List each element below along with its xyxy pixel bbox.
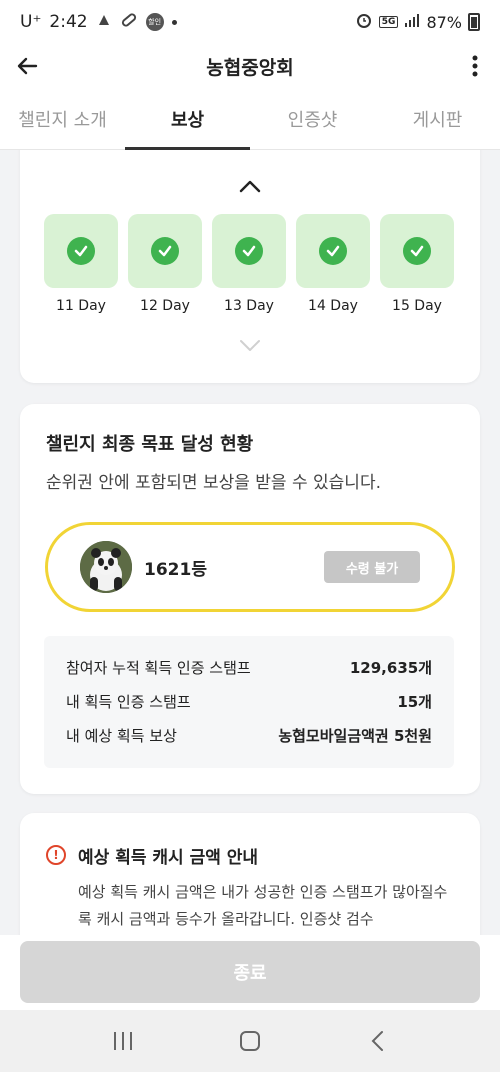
recent-apps-icon (114, 1032, 133, 1050)
day-stamp-box (44, 214, 118, 288)
day-stamp: 13 Day (212, 214, 286, 314)
clock: 2:42 (49, 12, 88, 32)
cash-notice-card: ! 예상 획득 캐시 금액 안내 예상 획득 캐시 금액은 내가 성공한 인증 … (20, 813, 480, 935)
stamp-calendar-card: 11 Day 12 Day 13 Day 14 Day 15 Day (20, 150, 480, 383)
system-nav-bar (0, 1010, 500, 1072)
avatar (80, 541, 132, 593)
discount-badge-icon: 할인 (145, 13, 164, 31)
day-label: 11 Day (56, 298, 106, 314)
expand-button[interactable] (238, 333, 262, 357)
check-icon (151, 237, 179, 265)
stat-row: 내 예상 획득 보상 농협모바일금액권 5천원 (66, 718, 432, 752)
home-button[interactable] (230, 1021, 270, 1061)
app-bar: 농협중앙회 (0, 44, 500, 88)
pill-icon (120, 11, 138, 34)
page-title: 농협중앙회 (206, 56, 294, 79)
goal-subtitle: 순위권 안에 포함되면 보상을 받을 수 있습니다. (46, 473, 381, 493)
stat-row: 내 획득 인증 스탬프 15개 (66, 684, 432, 718)
stat-label: 내 획득 인증 스탬프 (66, 692, 191, 711)
status-bar: U⁺ 2:42 할인 5G 87% (0, 0, 500, 44)
warning-icon: ! (46, 845, 66, 865)
day-stamp: 12 Day (128, 214, 202, 314)
tab-challenge-intro[interactable]: 챌린지 소개 (0, 88, 125, 149)
day-label: 13 Day (224, 298, 274, 314)
day-label: 14 Day (308, 298, 358, 314)
battery-icon (468, 13, 480, 31)
check-icon (319, 237, 347, 265)
alarm-icon (355, 11, 373, 33)
carrier-label: U⁺ (20, 12, 42, 32)
chevron-left-icon (371, 1031, 383, 1051)
stat-value: 농협모바일금액권 5천원 (278, 726, 432, 745)
day-stamp-box (380, 214, 454, 288)
stat-value: 15개 (397, 692, 432, 711)
tab-bar: 챌린지 소개 보상 인증샷 게시판 (0, 88, 500, 150)
tab-reward[interactable]: 보상 (125, 88, 250, 150)
day-stamp-box (296, 214, 370, 288)
chevron-up-icon (239, 180, 261, 193)
goal-title: 챌린지 최종 목표 달성 현황 (46, 434, 254, 455)
signal-icon (404, 12, 420, 32)
day-stamp: 11 Day (44, 214, 118, 314)
recent-apps-button[interactable] (103, 1021, 143, 1061)
chevron-down-icon (240, 340, 260, 351)
day-stamp: 15 Day (380, 214, 454, 314)
back-nav-button[interactable] (357, 1021, 397, 1061)
day-stamp-list: 11 Day 12 Day 13 Day 14 Day 15 Day (44, 214, 454, 314)
my-rank: 1621등 (144, 559, 207, 580)
stat-row: 참여자 누적 획득 인증 스탬프 129,635개 (66, 650, 432, 684)
day-label: 12 Day (140, 298, 190, 314)
day-stamp-box (212, 214, 286, 288)
stat-label: 참여자 누적 획득 인증 스탬프 (66, 658, 251, 677)
day-label: 15 Day (392, 298, 442, 314)
day-stamp-box (128, 214, 202, 288)
collapse-button[interactable] (238, 174, 262, 198)
tab-proof-shot[interactable]: 인증샷 (250, 88, 375, 149)
stat-value: 129,635개 (349, 658, 432, 677)
more-vertical-icon (472, 55, 478, 77)
stats-panel: 참여자 누적 획득 인증 스탬프 129,635개 내 획득 인증 스탬프 15… (44, 636, 454, 768)
receive-reward-button[interactable]: 수령 불가 (324, 551, 420, 583)
content-scroll[interactable]: 11 Day 12 Day 13 Day 14 Day 15 Day 챌린지 최… (0, 150, 500, 935)
check-icon (67, 237, 95, 265)
stat-label: 내 예상 획득 보상 (66, 726, 177, 745)
bottom-action-bar: 종료 (0, 935, 500, 1010)
more-notifications-dot (171, 19, 177, 25)
notice-body: 예상 획득 캐시 금액은 내가 성공한 인증 스탬프가 많아질수록 캐시 금액과… (78, 883, 448, 928)
network-type-label: 5G (378, 16, 399, 28)
app-notification-icon (96, 12, 112, 33)
notice-title: 예상 획득 캐시 금액 안내 (78, 848, 259, 868)
check-icon (235, 237, 263, 265)
day-stamp: 14 Day (296, 214, 370, 314)
end-button[interactable]: 종료 (20, 941, 480, 1003)
back-button[interactable] (0, 44, 56, 88)
arrow-left-icon (17, 57, 38, 75)
my-rank-box: 1621등 수령 불가 (45, 522, 455, 612)
check-icon (403, 237, 431, 265)
battery-percent: 87% (426, 12, 462, 32)
goal-status-card: 챌린지 최종 목표 달성 현황 순위권 안에 포함되면 보상을 받을 수 있습니… (20, 404, 480, 794)
tab-board[interactable]: 게시판 (375, 88, 500, 149)
home-icon (239, 1031, 260, 1051)
more-menu-button[interactable] (450, 44, 500, 88)
